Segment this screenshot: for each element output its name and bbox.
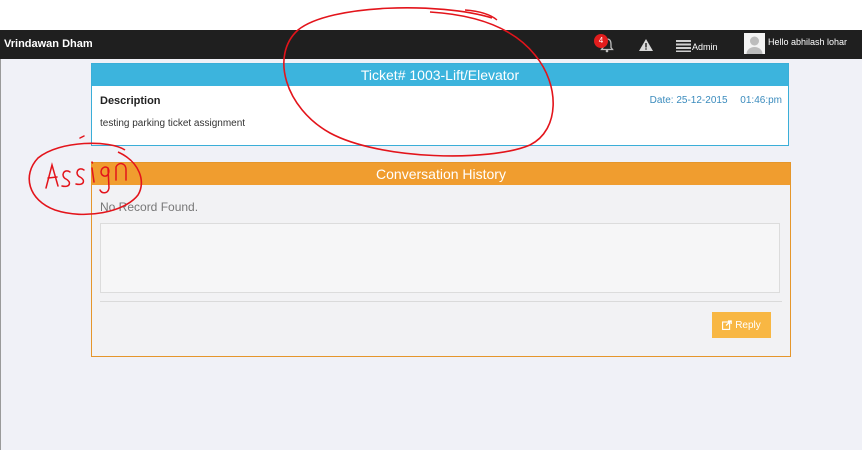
- user-greeting: Hello abhilash lohar: [768, 37, 848, 47]
- ticket-title: Ticket# 1003-Lift/Elevator: [92, 64, 788, 86]
- warning-icon[interactable]: [638, 37, 654, 53]
- divider: [100, 301, 782, 302]
- ticket-panel: Ticket# 1003-Lift/Elevator Description D…: [91, 63, 789, 146]
- share-icon: [722, 320, 733, 330]
- notification-badge[interactable]: 4: [594, 34, 608, 48]
- reply-button[interactable]: Reply: [712, 312, 771, 338]
- no-record-message: No Record Found.: [100, 200, 199, 214]
- admin-menu[interactable]: Admin: [676, 38, 718, 52]
- avatar: [744, 33, 765, 54]
- user-menu[interactable]: Hello abhilash lohar: [744, 33, 847, 54]
- admin-menu-icon: [676, 40, 691, 52]
- conversation-panel: Conversation History No Record Found. Re…: [91, 162, 791, 357]
- ticket-date: Date: 25-12-2015 01:46:pm: [650, 95, 782, 106]
- description-text: testing parking ticket assignment: [100, 118, 246, 129]
- user-silhouette-icon: [746, 36, 763, 54]
- reply-label: Reply: [735, 319, 761, 331]
- brand-name[interactable]: Vrindawan Dham: [4, 38, 93, 50]
- ticket-date-value: Date: 25-12-2015: [649, 95, 728, 106]
- conversation-title: Conversation History: [92, 163, 790, 185]
- admin-label: Admin: [692, 42, 718, 52]
- top-navbar: Vrindawan Dham 4 Admin Hello abhilash lo…: [0, 30, 862, 59]
- top-whitespace: [0, 0, 862, 30]
- ticket-time-value: 01:46:pm: [740, 95, 782, 106]
- description-label: Description: [100, 95, 161, 107]
- reply-textarea[interactable]: [100, 223, 780, 293]
